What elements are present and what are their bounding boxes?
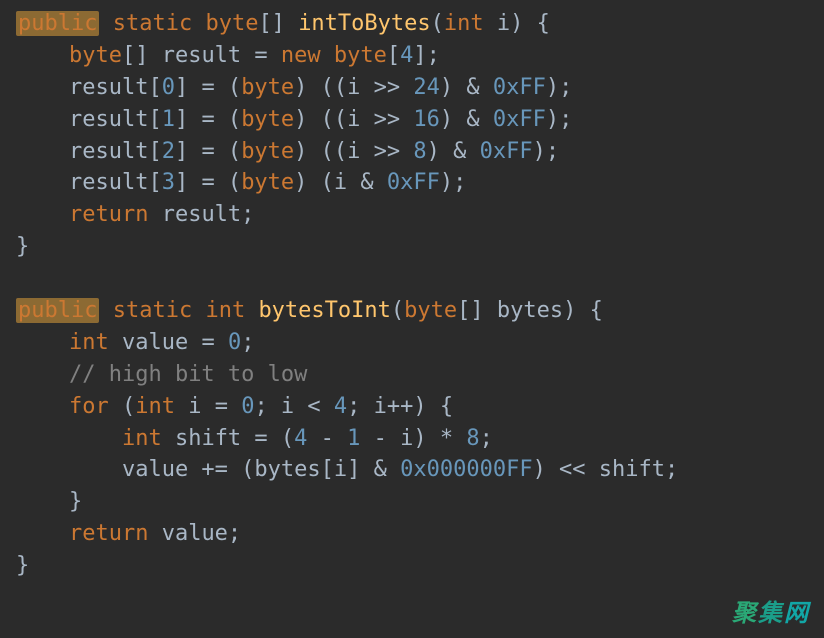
keyword-public: public bbox=[16, 298, 99, 323]
code-editor[interactable]: public static byte[] intToBytes(int i) {… bbox=[16, 8, 824, 582]
function-name: intToBytes bbox=[298, 11, 430, 36]
watermark: 聚集网 bbox=[732, 597, 810, 632]
function-name: bytesToInt bbox=[258, 298, 390, 323]
code-line-11: int value = 0; bbox=[16, 330, 254, 355]
code-line-4: result[1] = (byte) ((i >> 16) & 0xFF); bbox=[16, 107, 572, 132]
code-line-1: public static byte[] intToBytes(int i) { bbox=[16, 11, 550, 36]
keyword-public: public bbox=[16, 11, 99, 36]
code-line-8: } bbox=[16, 234, 29, 259]
comment: // high bit to low bbox=[69, 362, 307, 387]
code-line-2: byte[] result = new byte[4]; bbox=[16, 43, 440, 68]
code-line-16: } bbox=[16, 489, 82, 514]
code-line-12: // high bit to low bbox=[16, 362, 307, 387]
code-line-3: result[0] = (byte) ((i >> 24) & 0xFF); bbox=[16, 75, 572, 100]
code-line-14: int shift = (4 - 1 - i) * 8; bbox=[16, 426, 493, 451]
code-line-10: public static int bytesToInt(byte[] byte… bbox=[16, 298, 603, 323]
code-line-6: result[3] = (byte) (i & 0xFF); bbox=[16, 170, 466, 195]
code-line-5: result[2] = (byte) ((i >> 8) & 0xFF); bbox=[16, 139, 559, 164]
code-line-17: return value; bbox=[16, 521, 241, 546]
code-line-15: value += (bytes[i] & 0x000000FF) << shif… bbox=[16, 457, 678, 482]
code-line-7: return result; bbox=[16, 202, 254, 227]
code-line-18: } bbox=[16, 553, 29, 578]
code-line-13: for (int i = 0; i < 4; i++) { bbox=[16, 394, 453, 419]
